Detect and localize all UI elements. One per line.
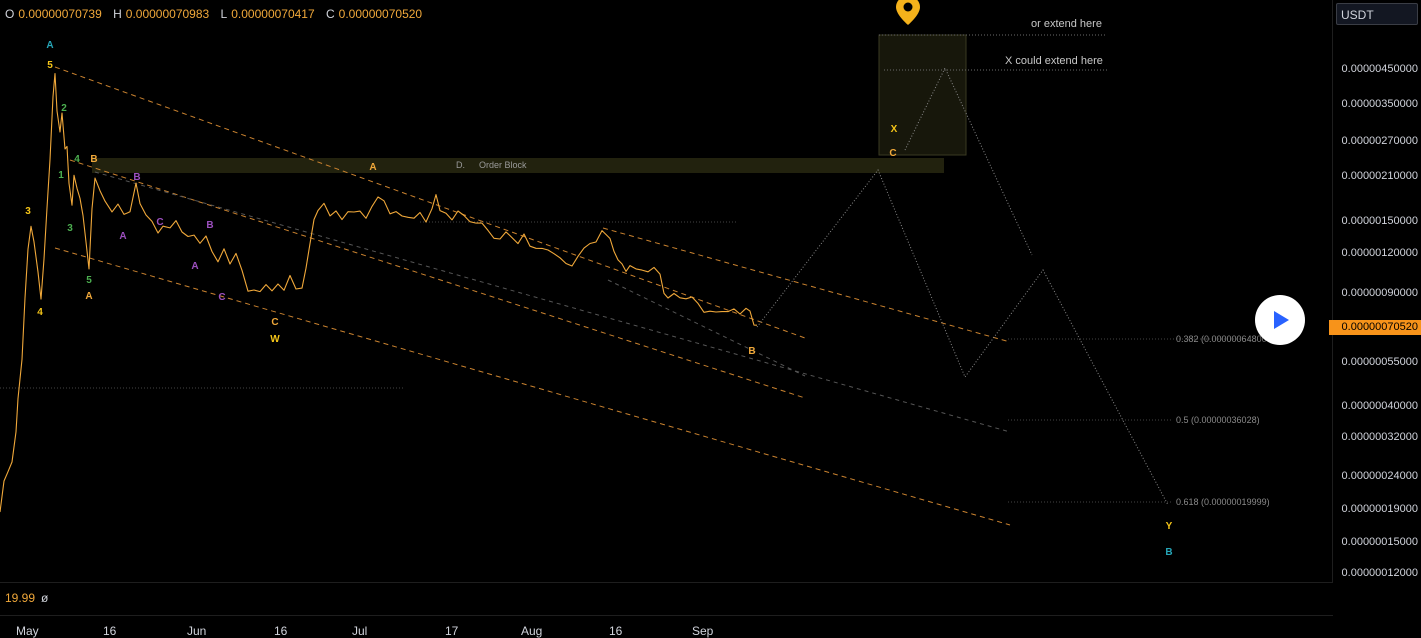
wave-label: C (271, 317, 278, 328)
low-key: L (220, 7, 228, 21)
time-axis[interactable]: May 16 Jun 16 Jul 17 Aug 16 Sep (0, 615, 1333, 638)
price-tick: 0.00000210000 (1341, 170, 1418, 182)
ohlc-readout: O 0.00000070739 H 0.00000070983 L 0.0000007… (5, 7, 430, 21)
wave-label: A (119, 231, 126, 242)
time-tick: May (16, 624, 39, 638)
price-tick: 0.00000015000 (1341, 536, 1418, 548)
oscillator-readout: 19.99 ø (5, 591, 48, 605)
price-tick: 0.00000012000 (1341, 567, 1418, 579)
order-block-label: Order Block (479, 160, 527, 170)
wave-label: X (891, 124, 898, 135)
open-value: 0.00000070739 (18, 7, 102, 21)
play-button[interactable] (1255, 295, 1305, 345)
extend-note: or extend here (1031, 18, 1102, 30)
location-pin-icon[interactable] (895, 0, 921, 31)
wave-label: 4 (74, 154, 80, 165)
fib-618-label: 0.618 (0.00000019999) (1176, 497, 1270, 507)
oscillator-symbol: ø (41, 591, 49, 605)
fib-382-label: 0.382 (0.00000064800 (1176, 334, 1267, 344)
play-icon (1274, 311, 1289, 329)
price-tick: 0.00000032000 (1341, 431, 1418, 443)
wave-label: 3 (25, 206, 31, 217)
price-tick: 0.00000120000 (1341, 247, 1418, 259)
fib-5-label: 0.5 (0.00000036028) (1176, 415, 1260, 425)
wave-label: A (191, 261, 198, 272)
time-tick: Jul (352, 624, 368, 638)
price-tick: 0.00000024000 (1341, 470, 1418, 482)
wave-label: B (206, 220, 213, 231)
price-axis[interactable]: USDT 0.00000450000 0.00000350000 0.0000027… (1332, 0, 1421, 582)
time-tick: Sep (692, 624, 714, 638)
time-tick: 16 (103, 624, 117, 638)
wave-label: B (133, 172, 140, 183)
wave-label: 2 (61, 103, 67, 114)
time-tick: Jun (187, 624, 207, 638)
currency-selector[interactable]: USDT (1336, 3, 1418, 25)
close-key: C (326, 7, 335, 21)
wave-label: W (270, 334, 280, 345)
time-tick: Aug (521, 624, 543, 638)
price-tick: 0.00000040000 (1341, 400, 1418, 412)
price-tick: 0.00000350000 (1341, 98, 1418, 110)
low-value: 0.00000070417 (231, 7, 315, 21)
open-key: O (5, 7, 15, 21)
wave-label: B (748, 346, 755, 357)
wave-label: Y (1166, 521, 1173, 532)
pane-separator[interactable] (0, 582, 1333, 583)
high-key: H (113, 7, 122, 21)
price-tick: 0.00000270000 (1341, 135, 1418, 147)
wave-label: 3 (67, 223, 73, 234)
wave-label: A (369, 162, 376, 173)
time-tick: 16 (609, 624, 623, 638)
price-series (0, 73, 758, 513)
time-tick: 16 (274, 624, 288, 638)
wave-label: C (156, 217, 163, 228)
wave-label: C (889, 148, 896, 159)
price-tick: 0.00000450000 (1341, 63, 1418, 75)
wave-label: A (46, 40, 53, 51)
wave-label: C (218, 292, 225, 303)
order-block-d-label: D. (456, 160, 465, 170)
channel-lines[interactable] (54, 66, 1011, 526)
price-tick: 0.00000150000 (1341, 215, 1418, 227)
high-value: 0.00000070983 (125, 7, 210, 21)
projected-wave-path[interactable] (756, 169, 1169, 506)
wave-label: B (90, 154, 97, 165)
oscillator-value: 19.99 (5, 591, 36, 605)
wave-label: 5 (47, 60, 53, 71)
price-tick: 0.00000090000 (1341, 287, 1418, 299)
x-projection-zone[interactable] (878, 34, 967, 156)
time-tick: 17 (445, 624, 459, 638)
last-price-badge: 0.00000070520 (1329, 320, 1421, 335)
close-value: 0.00000070520 (338, 7, 423, 21)
wave-label: B (1165, 547, 1172, 558)
price-chart[interactable]: A524 B1335A4BAC BACCWABXCYB (0, 0, 1421, 637)
wave-label: A (85, 291, 92, 302)
price-tick: 0.00000055000 (1341, 356, 1418, 368)
price-tick: 0.00000019000 (1341, 503, 1418, 515)
wave-label: 1 (58, 170, 64, 181)
wave-label: 4 (37, 307, 43, 318)
x-extend-note: X could extend here (1005, 55, 1103, 67)
wave-label: 5 (86, 275, 92, 286)
